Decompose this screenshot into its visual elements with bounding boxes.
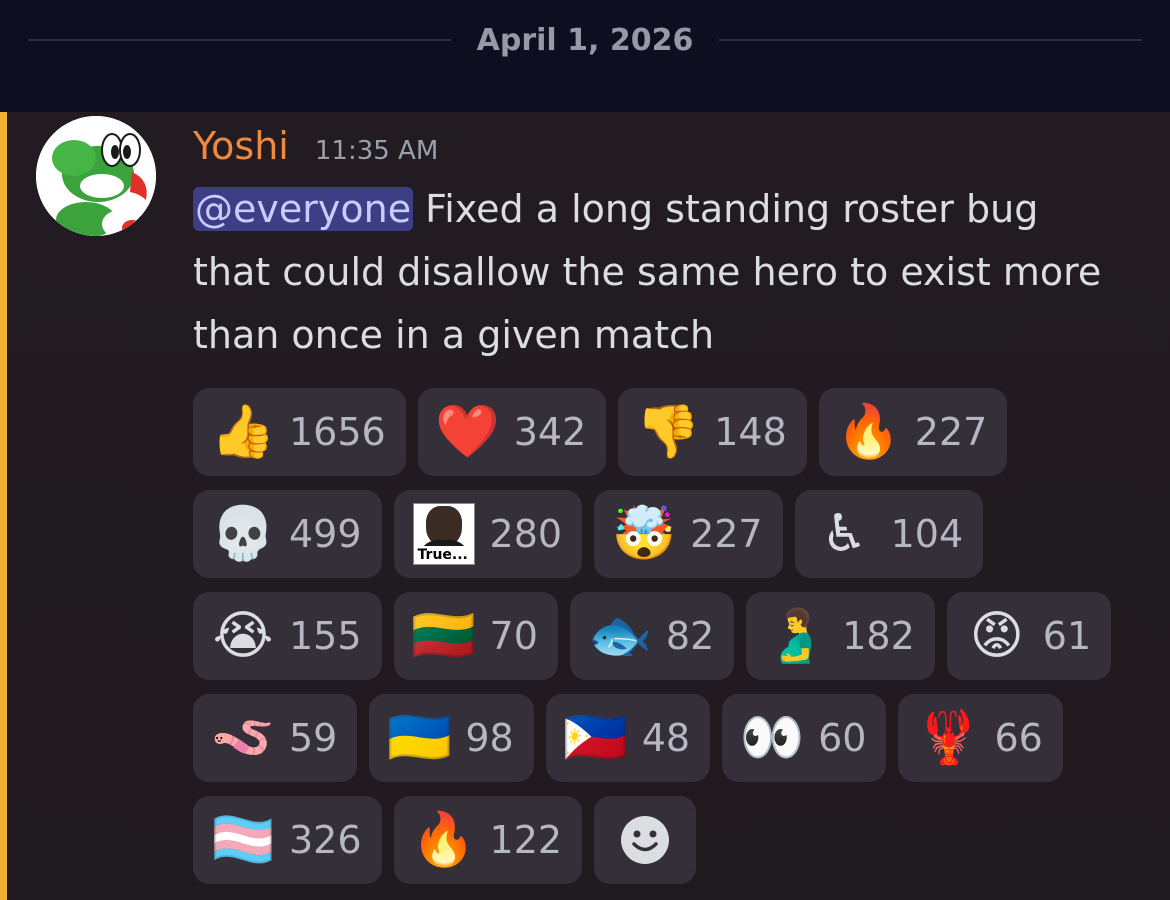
reaction-count: 499 xyxy=(289,512,362,556)
reaction-count: 98 xyxy=(465,716,514,760)
reaction-count: 59 xyxy=(289,716,338,760)
reaction-count: 227 xyxy=(690,512,763,556)
reaction-thumbs-up[interactable]: 👍 1656 xyxy=(193,388,406,476)
reaction-count: 227 xyxy=(914,410,988,454)
eyes-icon: 👀 xyxy=(739,708,805,768)
thumbs-up-icon: 👍 xyxy=(210,402,276,462)
timestamp[interactable]: 11:35 AM xyxy=(315,136,438,166)
wheelchair-icon: ♿ xyxy=(821,504,868,564)
smiley-icon xyxy=(621,816,670,864)
skull-icon: 💀 xyxy=(210,504,276,564)
reaction-count: 60 xyxy=(818,716,867,760)
reaction-worm[interactable]: 🪱 59 xyxy=(193,694,358,782)
reactions-bar: 👍 1656 ❤️ 342 👎 148 🔥 227 💀 499 True... 280 🤯 227 ♿ 104… xyxy=(193,388,1153,898)
reaction-transgender-flag[interactable]: 🏳️‍⚧️ 326 xyxy=(193,796,382,884)
reaction-red-heart[interactable]: ❤️ 342 xyxy=(417,388,607,476)
reaction-lobster[interactable]: 🦞 66 xyxy=(898,694,1063,782)
transgender-flag-icon: 🏳️‍⚧️ xyxy=(210,810,276,870)
date-divider-label: April 1, 2026 xyxy=(476,22,694,58)
reaction-row: 🪱 59 🇺🇦 98 🇵🇭 48 👀 60 🦞 66 xyxy=(193,694,1153,782)
angry-face-icon: 😡 xyxy=(969,606,1024,666)
fire-icon: 🔥 xyxy=(836,402,902,462)
reaction-count: 280 xyxy=(489,512,563,556)
reaction-pregnant-man[interactable]: 🫃 182 xyxy=(746,592,935,680)
reaction-fire[interactable]: 🔥 227 xyxy=(818,388,1008,476)
username[interactable]: Yoshi xyxy=(193,124,289,168)
reaction-count: 104 xyxy=(890,512,964,556)
pregnant-man-icon: 🫃 xyxy=(763,606,829,666)
message-header: Yoshi 11:35 AM xyxy=(193,124,438,172)
reaction-count: 155 xyxy=(289,614,362,658)
reaction-count: 342 xyxy=(513,410,587,454)
reaction-flag-philippines[interactable]: 🇵🇭 48 xyxy=(545,694,711,782)
reaction-exploding-head[interactable]: 🤯 227 xyxy=(594,490,783,578)
thumbs-down-icon: 👎 xyxy=(635,402,701,462)
reaction-skull[interactable]: 💀 499 xyxy=(193,490,382,578)
reaction-count: 148 xyxy=(714,410,787,454)
reaction-row: 👍 1656 ❤️ 342 👎 148 🔥 227 xyxy=(193,388,1153,476)
divider-line-left xyxy=(28,39,451,41)
reaction-eyes[interactable]: 👀 60 xyxy=(722,694,887,782)
message: Yoshi 11:35 AM @everyone Fixed a long st… xyxy=(0,112,1170,900)
reaction-count: 82 xyxy=(665,614,715,658)
reaction-angry-face[interactable]: 😡 61 xyxy=(946,592,1112,680)
everyone-mention[interactable]: @everyone xyxy=(193,187,414,231)
reaction-count: 122 xyxy=(489,818,563,862)
reaction-count: 1656 xyxy=(289,410,386,454)
reaction-count: 48 xyxy=(641,716,691,760)
reaction-row: 😭 155 🇱🇹 70 🐟 82 🫃 182 😡 61 xyxy=(193,592,1153,680)
true-custom-icon: True... xyxy=(412,502,476,566)
reaction-count: 326 xyxy=(289,818,362,862)
reaction-count: 66 xyxy=(994,716,1043,760)
reaction-flag-ukraine[interactable]: 🇺🇦 98 xyxy=(369,694,534,782)
message-content: @everyone Fixed a long standing roster b… xyxy=(193,178,1113,367)
reaction-flag-lithuania[interactable]: 🇱🇹 70 xyxy=(393,592,558,680)
flag-ukraine-icon: 🇺🇦 xyxy=(386,708,452,768)
reaction-row: 💀 499 True... 280 🤯 227 ♿ 104 xyxy=(193,490,1153,578)
reaction-fire-custom[interactable]: 🔥 122 xyxy=(393,796,583,884)
true-caption: True... xyxy=(415,546,470,564)
add-reaction-button[interactable] xyxy=(594,796,697,884)
flag-philippines-icon: 🇵🇭 xyxy=(563,708,629,768)
exploding-head-icon: 🤯 xyxy=(611,504,677,564)
flag-lithuania-icon: 🇱🇹 xyxy=(411,606,476,666)
loudly-crying-icon: 😭 xyxy=(212,606,274,666)
reaction-thumbs-down[interactable]: 👎 148 xyxy=(618,388,807,476)
reaction-fish[interactable]: 🐟 82 xyxy=(569,592,735,680)
reaction-loudly-crying[interactable]: 😭 155 xyxy=(193,592,382,680)
lobster-icon: 🦞 xyxy=(916,708,981,768)
date-divider: April 1, 2026 xyxy=(28,20,1142,60)
divider-line-right xyxy=(719,39,1142,41)
mention-highlight-bar xyxy=(0,112,7,900)
reaction-count: 182 xyxy=(842,614,915,658)
reaction-true-custom[interactable]: True... 280 xyxy=(393,490,583,578)
avatar[interactable] xyxy=(36,116,156,236)
fish-icon: 🐟 xyxy=(587,606,653,666)
fire-custom-icon: 🔥 xyxy=(411,810,476,870)
yoshi-avatar-icon xyxy=(36,116,156,236)
reaction-row: 🏳️‍⚧️ 326 🔥 122 xyxy=(193,796,1153,884)
date-divider-band: April 1, 2026 xyxy=(0,0,1170,112)
reaction-wheelchair[interactable]: ♿ 104 xyxy=(794,490,984,578)
reaction-count: 61 xyxy=(1042,614,1092,658)
reaction-count: 70 xyxy=(489,614,538,658)
worm-icon: 🪱 xyxy=(210,708,276,768)
red-heart-icon: ❤️ xyxy=(435,402,501,462)
